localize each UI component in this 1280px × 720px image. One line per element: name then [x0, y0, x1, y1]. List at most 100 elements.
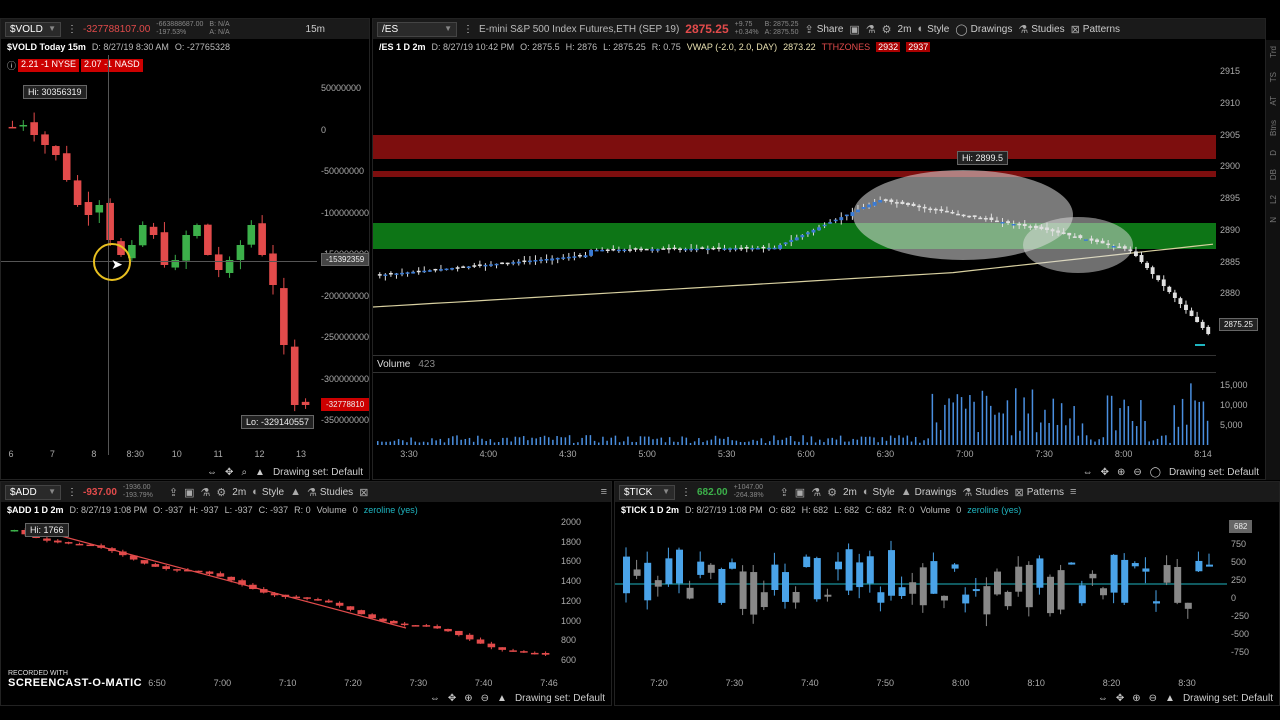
candle-body — [1015, 566, 1023, 592]
studies-label: Studies — [1031, 23, 1065, 35]
settings-button[interactable]: ⚙ — [882, 23, 892, 36]
zoom-out-icon[interactable]: ⊖ — [1133, 467, 1141, 478]
share-button[interactable]: ⇪ Share — [804, 23, 843, 36]
volume-bar — [627, 436, 629, 445]
tick-header: $TICK ▼ ⋮ 682.00 +1047.00 -264.38% ⇪ ▣ ⚗ ⚙… — [615, 482, 1279, 502]
volume-bar — [848, 441, 850, 445]
candle-body — [182, 235, 190, 261]
style-button[interactable]: ◐ Style — [917, 23, 949, 35]
style-button[interactable]: ◐ Style — [863, 486, 895, 498]
flask-button[interactable]: ⚗ — [201, 486, 211, 499]
pan-icon[interactable]: ⇔ — [1098, 693, 1108, 704]
zoom-in-icon[interactable]: ⊕ — [1132, 693, 1140, 704]
vold-symbol-selector[interactable]: $VOLD ▼ — [5, 21, 61, 37]
add-timeframe[interactable]: 2m — [232, 487, 246, 498]
volume-bar — [602, 436, 604, 445]
pan-icon[interactable]: ⇔ — [430, 693, 440, 704]
drawings-button[interactable]: ▲ Drawings — [901, 486, 957, 498]
candle-body — [390, 620, 398, 624]
move-icon[interactable]: ✥ — [225, 467, 233, 478]
es-chart[interactable] — [373, 55, 1216, 355]
vold-timeframe[interactable]: 15m — [306, 24, 325, 35]
candle-body — [1036, 558, 1044, 588]
candle-body — [622, 249, 627, 252]
add-hi-label: Hi: 1766 — [25, 523, 69, 537]
cursor-tool-button[interactable]: ▲ — [290, 486, 301, 498]
volume-bar — [914, 436, 917, 445]
x-tick-label: 5:00 — [638, 449, 656, 459]
es-change-abs: +9.75 — [734, 21, 753, 28]
zoom-out-icon[interactable]: ⊖ — [481, 693, 489, 704]
zoom-icon[interactable]: ⌕ — [241, 467, 247, 478]
add-drawing-set[interactable]: Drawing set: Default — [515, 693, 605, 704]
es-header: /ES ▼ ⋮ E-mini S&P 500 Index Futures,ETH … — [373, 19, 1265, 39]
move-icon[interactable]: ✥ — [1116, 693, 1124, 704]
y-tick-label: 2900 — [1220, 161, 1241, 172]
camera-button[interactable]: ▣ — [795, 486, 805, 499]
settings-button[interactable]: ⚙ — [216, 486, 226, 499]
es-symbol-selector[interactable]: /ES ▼ — [377, 21, 457, 37]
tick-drawing-set[interactable]: Drawing set: Default — [1183, 693, 1273, 704]
zoom-out-icon[interactable]: ⊖ — [1149, 693, 1157, 704]
studies-button[interactable]: ⚗ Studies — [1018, 23, 1064, 36]
sidebar-tab[interactable]: Trd — [1269, 46, 1278, 58]
candle-body — [572, 256, 577, 258]
pan-icon[interactable]: ⇔ — [207, 467, 217, 478]
y-tick-label: 1200 — [561, 595, 582, 606]
menu-icon: ≡ — [1070, 486, 1077, 498]
add-zeroline: zeroline (yes) — [363, 505, 418, 515]
flask-button[interactable]: ⚗ — [811, 486, 821, 499]
candle-body — [1184, 602, 1192, 609]
flask-button[interactable]: ⚗ — [866, 23, 876, 36]
sidebar-tab[interactable]: AT — [1269, 96, 1278, 106]
settings-button[interactable]: ⚙ — [827, 486, 837, 499]
share-button[interactable]: ⇪ — [169, 486, 178, 499]
candle-body — [951, 564, 959, 569]
menu-button[interactable]: ≡ — [1070, 486, 1076, 498]
cursor-tool-icon[interactable]: ▲ — [1165, 693, 1175, 704]
patterns-button[interactable]: ⊠ Patterns — [1071, 23, 1120, 36]
menu-button[interactable]: ≡ — [601, 486, 607, 498]
move-icon[interactable]: ✥ — [1101, 467, 1109, 478]
candle-body — [494, 263, 499, 266]
tick-symbol-selector[interactable]: $TICK ▼ — [619, 484, 675, 500]
tick-change-pct: -264.38% — [733, 492, 764, 499]
add-symbol-selector[interactable]: $ADD ▼ — [5, 484, 61, 500]
es-drawing-set[interactable]: Drawing set: Default — [1169, 467, 1259, 478]
cursor-tool-icon[interactable]: ▲ — [255, 467, 265, 478]
sidebar-tab[interactable]: L2 — [1269, 195, 1278, 204]
tick-timeframe[interactable]: 2m — [843, 487, 857, 498]
studies-button[interactable]: ⚗ Studies — [307, 486, 353, 499]
vold-drawing-set[interactable]: Drawing set: Default — [273, 467, 363, 478]
patterns-button[interactable]: ⊠ — [359, 486, 368, 499]
share-button[interactable]: ⇪ — [780, 486, 789, 499]
candle-body — [433, 626, 441, 629]
x-tick-label: 3:30 — [400, 449, 418, 459]
sidebar-tab[interactable]: N — [1269, 217, 1278, 223]
style-button[interactable]: ◐ Style — [252, 486, 284, 498]
camera-button[interactable]: ▣ — [849, 23, 859, 36]
studies-button[interactable]: ⚗ Studies — [962, 486, 1008, 499]
move-icon[interactable]: ✥ — [448, 693, 456, 704]
camera-button[interactable]: ▣ — [184, 486, 194, 499]
sidebar-tab[interactable]: D — [1269, 150, 1278, 156]
add-chart[interactable] — [1, 518, 557, 678]
sidebar-tab[interactable]: Btns — [1269, 120, 1278, 136]
drawings-button[interactable]: ◯ Drawings — [955, 23, 1012, 36]
tick-chart[interactable] — [615, 518, 1227, 678]
vold-chart[interactable] — [1, 55, 317, 465]
sidebar-tab[interactable]: DB — [1269, 169, 1278, 180]
volume-bar — [598, 442, 600, 445]
patterns-button[interactable]: ⊠ Patterns — [1015, 486, 1064, 499]
cursor-tool-icon[interactable]: ▲ — [497, 693, 507, 704]
zoom-in-icon[interactable]: ⊕ — [464, 693, 472, 704]
reset-icon[interactable]: ◯ — [1150, 467, 1161, 478]
sidebar-tab[interactable]: TS — [1269, 72, 1278, 82]
zoom-in-icon[interactable]: ⊕ — [1117, 467, 1125, 478]
volume-bar — [1081, 423, 1084, 445]
x-tick-label: 12 — [254, 449, 265, 459]
x-tick-label: 4:00 — [479, 449, 498, 459]
es-timeframe[interactable]: 2m — [898, 24, 912, 35]
volume-bar — [635, 442, 638, 445]
pan-icon[interactable]: ⇔ — [1083, 467, 1093, 478]
